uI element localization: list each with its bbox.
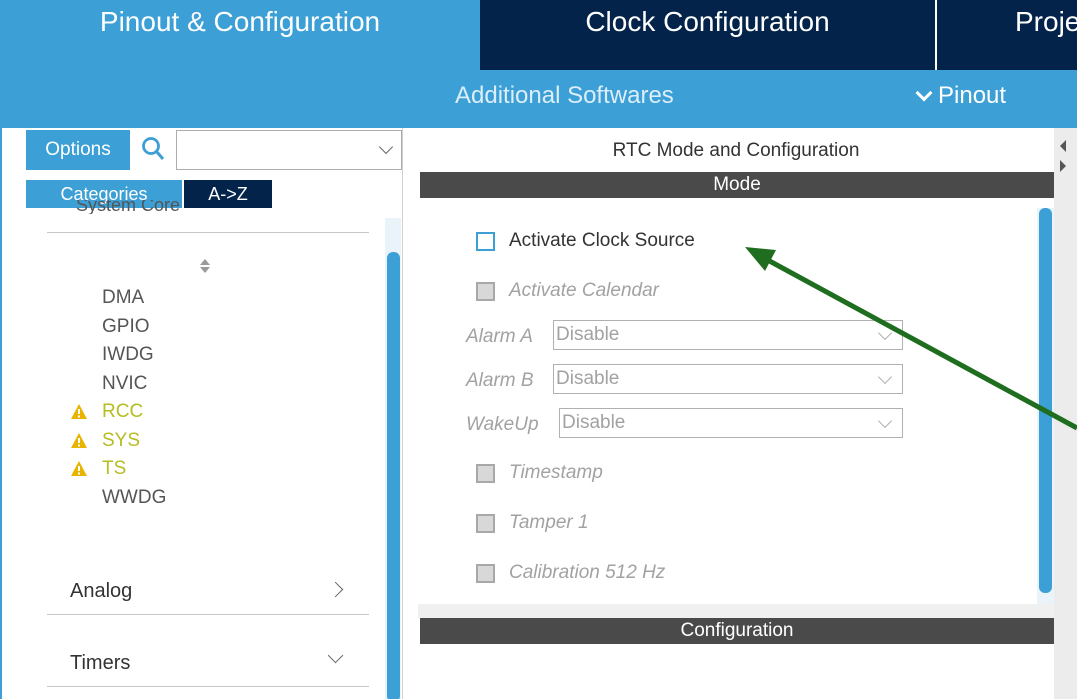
peripheral-label: DMA <box>102 287 145 308</box>
chevron-down-icon[interactable] <box>378 139 394 155</box>
activate-calendar-checkbox[interactable] <box>476 281 495 301</box>
wakeup-select[interactable]: Disable <box>559 408 903 438</box>
calibration-label: Calibration 512 Hz <box>509 562 666 583</box>
panel-title: RTC Mode and Configuration <box>612 140 860 161</box>
timestamp-option[interactable]: Timestamp <box>476 462 603 484</box>
tab-clock-label: Clock Configuration <box>585 6 830 37</box>
search-icon[interactable] <box>141 136 165 162</box>
warning-icon <box>71 461 87 476</box>
tab-project-label: Project Manager <box>1015 6 1077 37</box>
search-combo-input[interactable] <box>176 130 402 170</box>
activate-calendar-label: Activate Calendar <box>509 280 659 301</box>
az-tab[interactable]: A->Z <box>184 180 272 208</box>
mode-section: Activate Clock Source Activate Calendar … <box>420 198 1054 604</box>
blank-status-icon <box>70 489 88 507</box>
peripheral-item-wwdg[interactable]: WWDG <box>70 486 166 510</box>
panel-collapse-bar[interactable] <box>1054 128 1077 699</box>
scrollbar-thumb[interactable] <box>1039 208 1052 593</box>
collapse-arrows-icon[interactable] <box>1058 138 1066 174</box>
categories-panel: Options Categories A->Z System Core DMA G… <box>0 128 403 699</box>
blank-status-icon <box>70 289 88 307</box>
sub-toolbar: Additional Softwares Pinout <box>0 70 1077 128</box>
divider <box>47 232 369 233</box>
wakeup-value: Disable <box>562 412 626 433</box>
calibration-option[interactable]: Calibration 512 Hz <box>476 562 665 584</box>
warning-icon <box>71 432 87 448</box>
mode-section-header[interactable]: Mode <box>420 172 1054 198</box>
alarm-a-label: Alarm A <box>466 326 533 347</box>
pinout-menu-button[interactable]: Pinout <box>915 82 1007 110</box>
chevron-down-icon <box>877 369 893 385</box>
activate-calendar-option[interactable]: Activate Calendar <box>476 280 659 302</box>
warning-icon <box>71 404 87 419</box>
divider <box>418 604 1054 618</box>
activate-clock-source-checkbox[interactable] <box>476 231 495 251</box>
peripheral-item-rcc[interactable]: RCC <box>70 400 143 424</box>
peripheral-item-dma[interactable]: DMA <box>70 286 144 310</box>
peripheral-label: TS <box>102 458 127 479</box>
category-analog[interactable]: Analog <box>70 580 132 603</box>
chevron-down-icon <box>877 413 893 429</box>
timestamp-checkbox[interactable] <box>476 463 495 483</box>
pinout-menu-label: Pinout <box>938 82 1007 109</box>
alarm-b-label: Alarm B <box>466 370 534 391</box>
peripheral-item-nvic[interactable]: NVIC <box>70 372 147 396</box>
blank-status-icon <box>70 318 88 336</box>
alarm-a-value: Disable <box>556 324 620 345</box>
category-timers[interactable]: Timers <box>70 652 130 675</box>
peripheral-item-ts[interactable]: TS <box>70 457 126 481</box>
category-system-core-header[interactable]: System Core <box>76 200 180 214</box>
divider <box>47 686 369 687</box>
additional-softwares-button[interactable]: Additional Softwares <box>455 82 674 110</box>
tamper-label: Tamper 1 <box>509 512 589 533</box>
peripheral-label: IWDG <box>102 344 154 365</box>
peripheral-item-iwdg[interactable]: IWDG <box>70 343 154 367</box>
wakeup-label: WakeUp <box>466 414 539 435</box>
peripheral-label: NVIC <box>102 372 148 394</box>
chevron-down-icon <box>877 325 893 341</box>
peripheral-label: WWDG <box>102 486 167 508</box>
configuration-section-header[interactable]: Configuration <box>420 618 1054 644</box>
peripheral-label: GPIO <box>102 315 150 337</box>
tamper-option[interactable]: Tamper 1 <box>476 512 589 534</box>
blank-status-icon <box>70 375 88 393</box>
alarm-b-select[interactable]: Disable <box>553 364 903 394</box>
blank-status-icon <box>70 346 88 364</box>
timestamp-label: Timestamp <box>509 462 603 483</box>
rtc-mode-configuration-panel: RTC Mode and Configuration Mode Activate… <box>418 128 1077 699</box>
peripheral-label: RCC <box>102 401 144 422</box>
peripheral-item-gpio[interactable]: GPIO <box>70 315 150 339</box>
scrollbar-thumb[interactable] <box>387 252 400 699</box>
activate-clock-source-label: Activate Clock Source <box>509 230 695 251</box>
divider <box>47 614 369 615</box>
calibration-checkbox[interactable] <box>476 563 495 583</box>
alarm-a-select[interactable]: Disable <box>553 320 903 350</box>
tab-pinout-label: Pinout & Configuration <box>99 6 381 37</box>
alarm-b-value: Disable <box>556 368 620 389</box>
chevron-down-icon <box>915 84 933 102</box>
sort-icon[interactable] <box>198 256 212 276</box>
chevron-right-icon[interactable] <box>327 581 344 598</box>
options-button[interactable]: Options <box>26 130 130 170</box>
peripheral-item-sys[interactable]: SYS <box>70 429 140 453</box>
activate-clock-source-option[interactable]: Activate Clock Source <box>476 230 695 252</box>
tamper-checkbox[interactable] <box>476 513 495 533</box>
peripheral-label: SYS <box>102 429 141 451</box>
chevron-down-icon[interactable] <box>327 647 344 664</box>
